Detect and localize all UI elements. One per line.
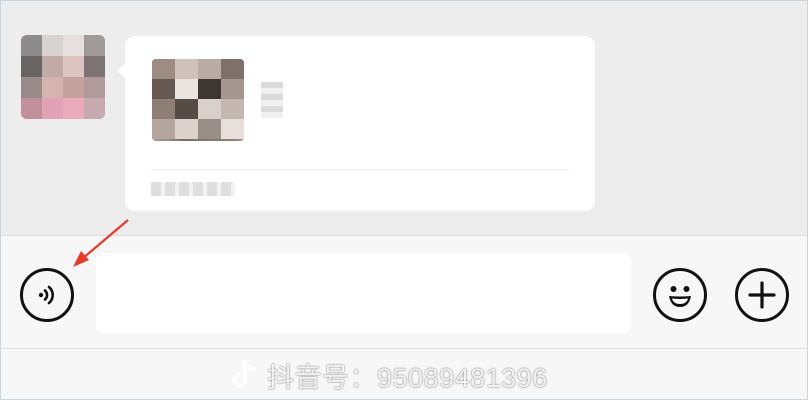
watermark: 抖音号：95089481396 <box>229 357 548 393</box>
shared-card-message[interactable] <box>125 36 595 211</box>
voice-input-button[interactable] <box>20 268 74 322</box>
card-divider <box>151 169 569 170</box>
message-input[interactable] <box>96 253 631 333</box>
chat-window: 抖音号：95089481396 <box>0 0 808 400</box>
plus-icon <box>748 281 776 309</box>
card-thumbnail <box>152 59 244 141</box>
more-options-button[interactable] <box>735 268 789 322</box>
composer-bar <box>1 235 807 349</box>
emoji-button[interactable] <box>653 268 707 322</box>
card-footer-blurred <box>151 182 235 196</box>
voice-wave-icon <box>38 285 54 305</box>
douyin-logo-icon <box>232 360 256 388</box>
smiley-face-icon <box>669 286 691 307</box>
message-list[interactable] <box>1 1 807 235</box>
watermark-text: 抖音号：95089481396 <box>267 362 548 393</box>
card-name-blurred <box>261 82 283 118</box>
avatar[interactable] <box>21 35 105 119</box>
